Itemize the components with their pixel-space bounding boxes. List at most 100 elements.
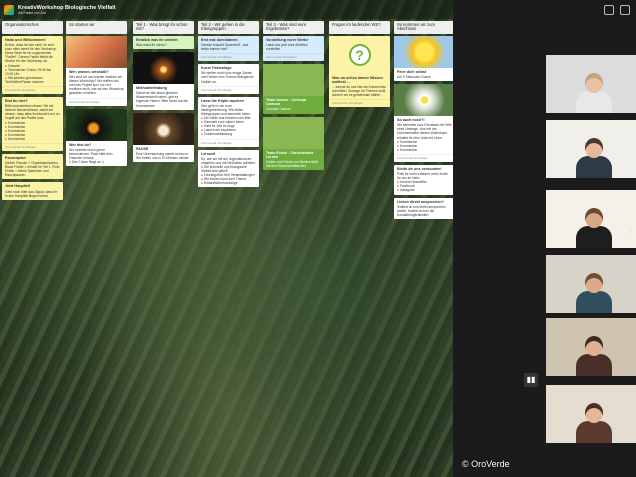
post-title: Bleibt dir uns verbunden!	[397, 166, 442, 171]
post-image	[263, 64, 324, 97]
post-card[interactable]: Methodenfindung Damit wir alle einen glei…	[133, 52, 194, 110]
post-title: Team Amsee - Concept Cartoon	[266, 98, 307, 107]
post-title: Einblick was ihr werden	[136, 38, 178, 42]
post-card[interactable]: Jetzt Hauptteil Gebt euch bitte das Signa…	[2, 182, 63, 200]
post-card[interactable]: Bist du hier? Bitte kommentiere diesen Te…	[2, 97, 63, 151]
add-comment-link[interactable]: Kommentar hinzufügen	[394, 153, 453, 162]
add-comment-link[interactable]: Kommentar hinzufügen	[329, 99, 390, 107]
post-body: Einblick was ihr werden Was wisst ihr sch…	[133, 36, 194, 49]
participant-head	[585, 138, 603, 158]
question-mark-icon: ?	[348, 44, 371, 66]
post-text: Concept Cartoon	[266, 107, 291, 112]
post-body: PAUSE Eine Überraschung wartet auf euch. …	[133, 145, 194, 162]
post-card[interactable]: Erst mal durchatmen Gerade braucht Sauers…	[198, 36, 259, 62]
post-title: Kurze Faktenlage	[201, 66, 232, 71]
post-card[interactable]: Bleibt dir uns verbunden! Falls ihr mehr …	[394, 164, 453, 195]
column-header[interactable]: Teil 2 - Wir gehen in die Kleingruppen	[198, 21, 259, 34]
post-text: Eine Überraschung wartet auf euch. Wir t…	[136, 151, 190, 160]
video-sidebar-header	[453, 0, 636, 20]
post-card[interactable]: Team Echse - Forschendes Lernen Zahlen un…	[263, 116, 324, 170]
column-header[interactable]: Fragen im laufenden WS?	[329, 21, 390, 34]
layout-icon[interactable]	[604, 5, 614, 15]
post-image	[394, 36, 453, 68]
post-body: Vorstellung eurer Werke Lasst uns jetzt e…	[263, 36, 324, 53]
participant-head	[585, 73, 603, 93]
participant-video	[576, 273, 612, 313]
post-text: Wir stellen euch kurz einige Zahlen und …	[201, 71, 254, 84]
post-text: Bitte kommentiere diesen Teil mit deinem…	[5, 104, 60, 121]
columns-container: Organisatorisches Hallo und Willkommen! Sc…	[2, 21, 453, 477]
video-tile[interactable]	[546, 190, 636, 248]
post-image	[66, 36, 127, 68]
post-list-item: Technischer Check: 09:45 bis 10:00 Uhr	[5, 68, 60, 76]
post-body: Wer, warum, weshalb? Wer sind wir und war…	[66, 68, 127, 98]
participant-torso	[576, 291, 612, 313]
post-body: Kurze Faktenlage Wir stellen euch kurz ei…	[198, 64, 259, 85]
add-comment-link[interactable]: Kommentar hinzufügen	[198, 85, 259, 94]
column-header[interactable]: Teil 3 - Was sind eure Ergebnisse?	[263, 21, 324, 34]
post-card[interactable]: ? Was du schon immer Wissen wolltest ....…	[329, 36, 390, 108]
participant-torso	[576, 91, 612, 113]
grid-icon[interactable]	[620, 5, 630, 15]
add-comment-link[interactable]: Kommentar hinzufügen	[2, 142, 63, 151]
video-tile[interactable]	[546, 255, 636, 313]
post-image	[66, 108, 127, 141]
post-text: Hier geht es um euer Ideengenerierung. W…	[201, 103, 252, 116]
post-card[interactable]: Lasst die Köpfe rauchen Hier geht es um e…	[198, 96, 259, 147]
post-card[interactable]: So auch noch?! Wir sammeln kurz Feedback …	[394, 84, 453, 162]
post-card[interactable]: Lernzeit So, wie wir mit der Jugendkultur…	[198, 149, 259, 188]
post-list-item: Einkaufsführerauszüge	[201, 181, 256, 185]
post-text: Auf 5 Sekunden Sonne	[397, 75, 431, 80]
add-comment-link[interactable]: Kommentar hinzufügen	[198, 138, 259, 147]
post-body: Bist du hier? Bitte kommentiere diesen Te…	[2, 97, 63, 143]
participant-head	[585, 273, 603, 293]
post-card[interactable]: Hallo und Willkommen! Schön, dass ihr hie…	[2, 36, 63, 95]
add-comment-link[interactable]: Kommentar hinzufügen	[66, 97, 127, 106]
column-4: Teil 2 - Wir gehen in die Kleingruppen Er…	[198, 21, 259, 190]
video-tile[interactable]	[546, 318, 636, 376]
video-tile[interactable]	[546, 55, 636, 113]
post-text: Schön, dass ihr hier seid! Ihr seht euch…	[5, 43, 57, 64]
chevron-right-icon[interactable]: ›	[629, 226, 636, 238]
post-title: Was du schon immer Wissen wolltest ...	[332, 76, 383, 85]
post-list-item: Kommentar	[5, 137, 60, 141]
post-title: Wer, warum, weshalb?	[69, 70, 109, 74]
post-text: Zahlen und Fakten zur Biodiversität mit …	[266, 159, 318, 168]
video-control-icon[interactable]: ▮▮	[524, 373, 538, 387]
add-comment-link[interactable]: Kommentar hinzufügen	[2, 86, 63, 94]
column-header[interactable]: So starten wir	[66, 21, 127, 34]
post-text: Gerade braucht Sauerstoff - und beide ka…	[201, 43, 249, 52]
add-comment-link[interactable]: Kommentar hinzufügen	[263, 53, 324, 61]
participant-head	[585, 336, 603, 356]
participant-torso	[576, 354, 612, 376]
post-title: Erst mal durchatmen	[201, 38, 238, 42]
post-title: Lasst die Köpfe rauchen	[201, 98, 244, 103]
video-tile[interactable]	[546, 385, 636, 443]
column-7: So kommen wir zum Abschluss Feier dich se…	[394, 21, 453, 222]
post-card[interactable]: Feier dich selbst Auf 5 Sekunden Sonne	[394, 36, 453, 82]
column-header[interactable]: So kommen wir zum Abschluss	[394, 21, 453, 34]
post-card[interactable]: Einblick was ihr werden Was wisst ihr sch…	[133, 36, 194, 50]
padlet-topbar: KreativWorkshop Biologische Vielfalt mit…	[0, 0, 453, 19]
post-image	[133, 112, 194, 145]
video-tile[interactable]	[546, 120, 636, 178]
post-card[interactable]: Lieben direkt ansprechen? Solltest du uns…	[394, 197, 453, 219]
video-sidebar: ›	[453, 0, 636, 477]
column-header[interactable]: Organisatorisches	[2, 21, 63, 34]
post-text: So, wie wir mit der Jugendkulturen umgeh…	[201, 156, 256, 165]
post-card[interactable]: Team Amsee - Concept Cartoon Concept Cart…	[263, 64, 324, 114]
column-header[interactable]: Teil 1 - Was bringt ihr schon mit?	[133, 21, 194, 34]
board-subtitle: mit Padlet von Zoe	[18, 10, 47, 15]
post-body: Feier dich selbst Auf 5 Sekunden Sonne	[394, 68, 453, 81]
padlet-logo-icon[interactable]	[4, 4, 14, 15]
post-card[interactable]: Wer, warum, weshalb? Wer sind wir und war…	[66, 36, 127, 106]
add-comment-link[interactable]: Kommentar hinzufügen	[198, 53, 259, 61]
post-body: Erst mal durchatmen Gerade braucht Sauers…	[198, 36, 259, 53]
post-card[interactable]: Wer bist du? Wir möchten euch gerne kenne…	[66, 108, 127, 167]
post-body: Lernzeit So, wie wir mit der Jugendkultur…	[198, 150, 259, 188]
post-card[interactable]: Pausenplan Sieben Pausen + Organisatorisc…	[2, 153, 63, 180]
post-text: Gebt euch bitte das Signal, dass ihr in …	[5, 189, 58, 198]
post-card[interactable]: Kurze Faktenlage Wir stellen euch kurz ei…	[198, 64, 259, 94]
post-card[interactable]: Vorstellung eurer Werke Lasst uns jetzt e…	[263, 36, 324, 62]
post-card[interactable]: PAUSE Eine Überraschung wartet auf euch. …	[133, 112, 194, 162]
